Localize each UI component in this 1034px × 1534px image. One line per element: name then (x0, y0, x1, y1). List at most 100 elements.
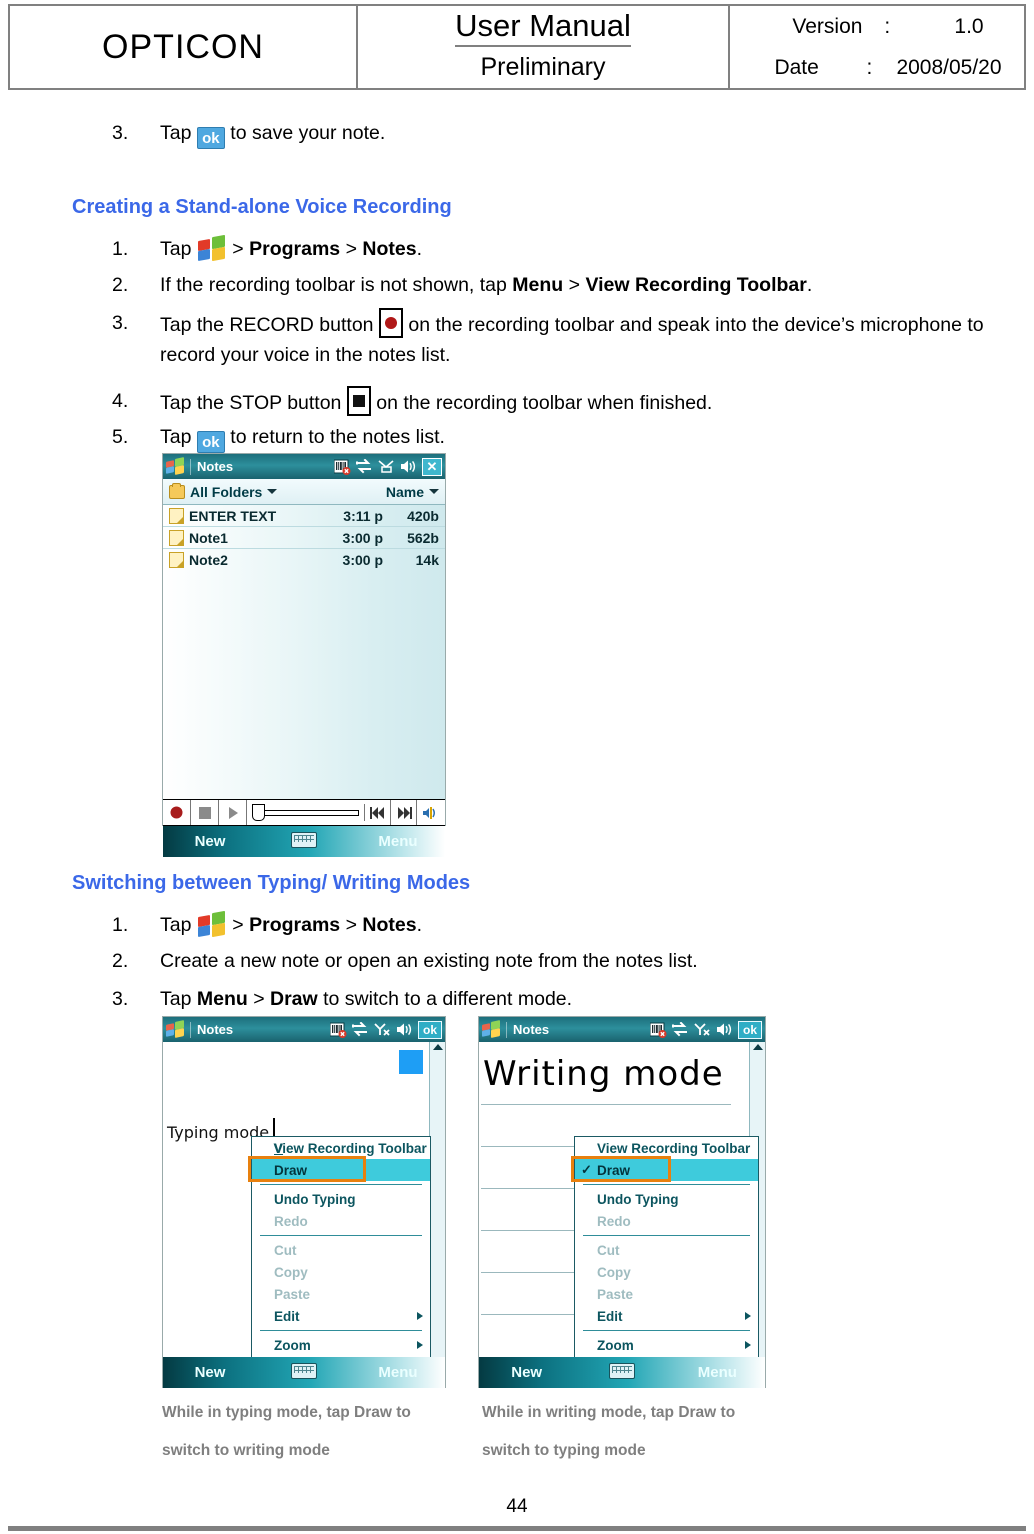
ok-button[interactable]: ok (418, 1020, 442, 1039)
ok-button[interactable]: ok (738, 1020, 762, 1039)
keyboard-icon[interactable] (257, 1362, 351, 1383)
softkey-new[interactable]: New (163, 1364, 257, 1381)
slider-track[interactable] (264, 809, 359, 816)
stop-button[interactable] (191, 800, 219, 825)
menu-label: Redo (597, 1213, 631, 1229)
menu-separator (583, 1184, 750, 1185)
writing-editor-canvas[interactable]: Writing mode View Recording Toolbar ✓ Dra… (479, 1042, 765, 1357)
menu-item-tools[interactable]: Tools (575, 1356, 758, 1357)
windows-flag-icon (166, 1020, 185, 1038)
menu-item-zoom[interactable]: Zoom (252, 1334, 430, 1356)
step-number: 1. (112, 914, 129, 936)
notes-list-titlebar: Notes ✕ (163, 454, 445, 479)
connectivity-icon[interactable] (378, 459, 395, 474)
table-row[interactable]: Note2 3:00 p 14k (163, 549, 445, 571)
step-text-pre: Tap the STOP button (160, 392, 342, 414)
note-icon (169, 529, 184, 546)
note-time: 3:00 p (342, 529, 383, 546)
menu-label: View Recording Toolbar (597, 1140, 751, 1156)
step-item: 4. Tap the STOP button on the recording … (0, 386, 1034, 418)
folder-icon (169, 482, 185, 499)
step-number: 4. (112, 390, 129, 412)
softkey-menu[interactable]: Menu (351, 833, 445, 850)
keyboard-icon[interactable] (574, 1362, 669, 1383)
folder-label: All Folders (190, 483, 263, 500)
typing-mode-screenshot: Notes ok Typing mode V View Recording Too… (162, 1016, 446, 1388)
folder-selector[interactable]: All Folders (169, 482, 278, 500)
signal-off-icon[interactable] (374, 1022, 391, 1037)
table-row[interactable]: Note1 3:00 p 562b (163, 527, 445, 549)
sort-selector[interactable]: Name (386, 484, 439, 500)
menu-separator (260, 1184, 422, 1185)
volume-button[interactable] (417, 800, 445, 825)
menu-item-undo-typing[interactable]: Undo Typing (575, 1188, 758, 1210)
note-icon (169, 552, 184, 568)
play-button[interactable] (219, 800, 247, 825)
speaker-icon[interactable] (716, 1022, 733, 1037)
softkey-new[interactable]: New (479, 1364, 574, 1381)
menu-item-edit[interactable]: Edit (252, 1305, 430, 1327)
menu-label: Undo Typing (274, 1191, 356, 1207)
typing-editor-canvas[interactable]: Typing mode V View Recording Toolbar Draw… (163, 1042, 445, 1357)
menu-label: Zoom (274, 1337, 311, 1353)
menu-label: Edit (597, 1308, 623, 1324)
sync-icon[interactable] (352, 1022, 369, 1037)
step-number: 3. (112, 312, 129, 334)
menu-item-zoom[interactable]: Zoom (575, 1334, 758, 1356)
version-value: 1.0 (954, 14, 984, 38)
draw-highlight-box (248, 1156, 366, 1182)
softkey-bar: New Menu (163, 1357, 445, 1388)
step-separator: > (232, 914, 250, 936)
rewind-button[interactable] (365, 800, 391, 825)
writing-titlebar: Notes ok (479, 1017, 765, 1042)
softkey-new[interactable]: New (163, 833, 257, 850)
step-keyword-notes: Notes (362, 238, 417, 260)
keyboard-icon[interactable] (257, 831, 351, 852)
sync-icon[interactable] (672, 1022, 689, 1037)
softkey-menu[interactable]: Menu (351, 1364, 445, 1381)
speaker-icon[interactable] (396, 1022, 413, 1037)
menu-item-tools[interactable]: Tools (252, 1356, 430, 1357)
menu-item-edit[interactable]: Edit (575, 1305, 758, 1327)
note-size: 420b (407, 507, 439, 524)
menu-item-copy: Copy (575, 1261, 758, 1283)
scroll-up-icon[interactable] (433, 1044, 443, 1050)
barcode-disabled-icon[interactable] (650, 1022, 667, 1038)
softkey-menu[interactable]: Menu (670, 1364, 765, 1381)
speaker-icon[interactable] (400, 459, 417, 474)
step-keyword-notes: Notes (362, 914, 417, 936)
menu-label: Paste (597, 1286, 634, 1302)
playback-slider[interactable] (247, 804, 365, 821)
step-number: 3. (112, 988, 129, 1010)
footer-rule (8, 1526, 1026, 1531)
note-time: 3:00 p (342, 552, 383, 568)
step-keyword-programs: Programs (249, 914, 341, 936)
barcode-disabled-icon[interactable] (330, 1022, 347, 1038)
chevron-down-icon (267, 489, 278, 494)
menu-separator (260, 1330, 422, 1331)
signal-off-icon[interactable] (694, 1022, 711, 1037)
menu-separator (583, 1330, 750, 1331)
menu-item-redo: Redo (252, 1210, 430, 1232)
step-text-pre: Tap (160, 988, 197, 1010)
document-subtitle: Preliminary (480, 53, 606, 81)
step-keyword-view-recording-toolbar: View Recording Toolbar (585, 274, 807, 296)
page-number: 44 (506, 1496, 528, 1517)
step-number: 1. (112, 238, 129, 260)
step-text-pre: Tap (160, 238, 192, 260)
close-icon[interactable]: ✕ (422, 457, 442, 476)
barcode-disabled-icon[interactable] (334, 459, 351, 475)
forward-button[interactable] (391, 800, 417, 825)
step-text-pre: Tap (160, 122, 192, 144)
document-title-cell: User Manual Preliminary (358, 6, 730, 88)
menu-label: Copy (597, 1264, 631, 1280)
record-button[interactable] (163, 800, 191, 825)
scroll-up-icon[interactable] (753, 1044, 763, 1050)
step-text-post: . (416, 914, 422, 936)
table-row[interactable]: ENTER TEXT 3:11 p 420b (163, 505, 445, 527)
step-keyword-menu: Menu (512, 274, 564, 296)
step-item: 3. Tap Menu > Draw to switch to a differ… (0, 984, 1034, 1014)
sync-icon[interactable] (356, 459, 373, 474)
menu-item-undo-typing[interactable]: Undo Typing (252, 1188, 430, 1210)
vertical-scrollbar[interactable] (429, 1042, 445, 1357)
